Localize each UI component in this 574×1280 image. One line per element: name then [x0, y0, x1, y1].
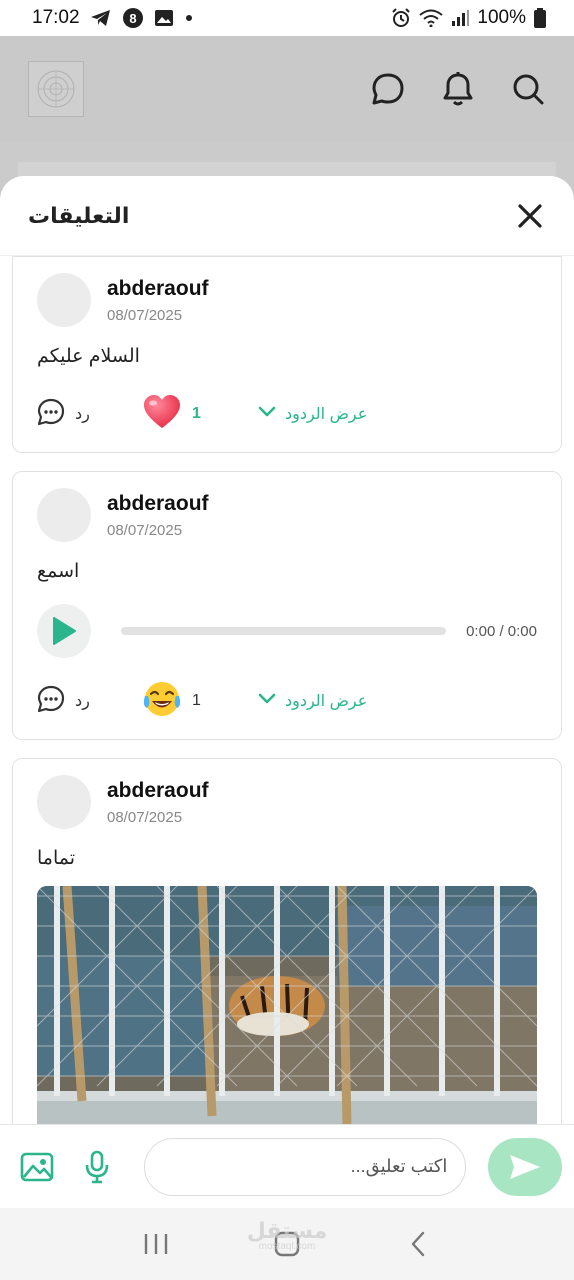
comment-card: abderaouf 08/07/2025 اسمع 0:00 / 0:00 رد	[12, 471, 562, 740]
avatar[interactable]	[37, 273, 91, 327]
app-header	[0, 36, 574, 142]
close-icon[interactable]	[510, 196, 550, 236]
alarm-icon	[391, 8, 411, 28]
author-name[interactable]: abderaouf	[107, 277, 209, 301]
tears-of-joy-emoji-icon	[142, 680, 182, 723]
comment-date: 08/07/2025	[107, 306, 183, 324]
sheet-header: التعليقات	[0, 176, 574, 256]
comment-text: السلام عليكم	[37, 346, 140, 367]
audio-progress-bar[interactable]	[121, 627, 447, 635]
chat-dots-icon	[37, 685, 65, 718]
comment-card: abderaouf 08/07/2025 تماما	[12, 758, 562, 1124]
play-icon[interactable]	[37, 604, 91, 658]
reply-label: رد	[75, 693, 90, 710]
signal-icon	[451, 9, 470, 27]
send-icon[interactable]	[488, 1137, 562, 1196]
app-logo[interactable]	[28, 61, 84, 117]
recent-apps-icon[interactable]	[132, 1220, 180, 1268]
comment-date: 08/07/2025	[107, 521, 183, 539]
battery-percent: 100%	[477, 7, 526, 28]
comment-text: تماما	[37, 848, 76, 869]
comment-date: 08/07/2025	[107, 808, 183, 826]
heart-icon	[142, 394, 182, 435]
show-replies-label: عرض الردود	[285, 693, 368, 710]
reaction-count: 1	[192, 692, 201, 709]
svg-text:8: 8	[129, 11, 136, 26]
telegram-icon	[90, 8, 112, 28]
reaction-count: 1	[192, 405, 201, 422]
system-navigation-bar: مستقل mostaql.com	[0, 1208, 574, 1280]
comments-sheet: التعليقات abderaouf 08/07/2025 السلام عل…	[0, 176, 574, 1208]
reply-button[interactable]: رد	[37, 398, 142, 431]
bell-icon[interactable]	[440, 71, 476, 107]
show-replies-label: عرض الردود	[285, 406, 368, 423]
avatar[interactable]	[37, 488, 91, 542]
status-time: 17:02	[32, 7, 80, 28]
comment-card: abderaouf 08/07/2025 السلام عليكم رد 1 ع…	[12, 256, 562, 453]
image-upload-icon[interactable]	[18, 1148, 56, 1186]
battery-icon	[534, 8, 546, 28]
microphone-icon[interactable]	[78, 1148, 116, 1186]
tiger-in-cage-photo[interactable]	[37, 886, 537, 1124]
chevron-down-icon	[257, 692, 277, 711]
more-notifications-dot-icon	[184, 13, 194, 23]
reaction[interactable]: 1	[142, 394, 257, 435]
show-replies-button[interactable]: عرض الردود	[257, 404, 367, 424]
chat-bubble-icon[interactable]	[370, 71, 406, 107]
chevron-down-icon	[257, 405, 277, 424]
avatar[interactable]	[37, 775, 91, 829]
comment-composer	[0, 1124, 574, 1208]
author-name[interactable]: abderaouf	[107, 779, 209, 803]
status-bar: 17:02 8 100%	[0, 0, 574, 36]
comment-input[interactable]	[143, 1137, 467, 1196]
wifi-icon	[419, 9, 444, 27]
audio-player: 0:00 / 0:00	[37, 603, 537, 659]
chat-dots-icon	[37, 398, 65, 431]
author-name[interactable]: abderaouf	[107, 492, 209, 516]
reply-label: رد	[75, 406, 90, 423]
home-icon[interactable]	[263, 1220, 311, 1268]
search-icon[interactable]	[510, 71, 546, 107]
comments-list[interactable]: abderaouf 08/07/2025 السلام عليكم رد 1 ع…	[0, 256, 574, 1124]
show-replies-button[interactable]: عرض الردود	[257, 691, 367, 711]
back-icon[interactable]	[394, 1220, 442, 1268]
notification-app-icon: 8	[122, 7, 144, 29]
audio-time: 0:00 / 0:00	[466, 622, 537, 640]
reply-button[interactable]: رد	[37, 685, 142, 718]
comment-text: اسمع	[37, 561, 80, 582]
reaction[interactable]: 1	[142, 680, 257, 723]
gallery-icon	[154, 9, 174, 27]
sheet-title: التعليقات	[28, 202, 130, 228]
